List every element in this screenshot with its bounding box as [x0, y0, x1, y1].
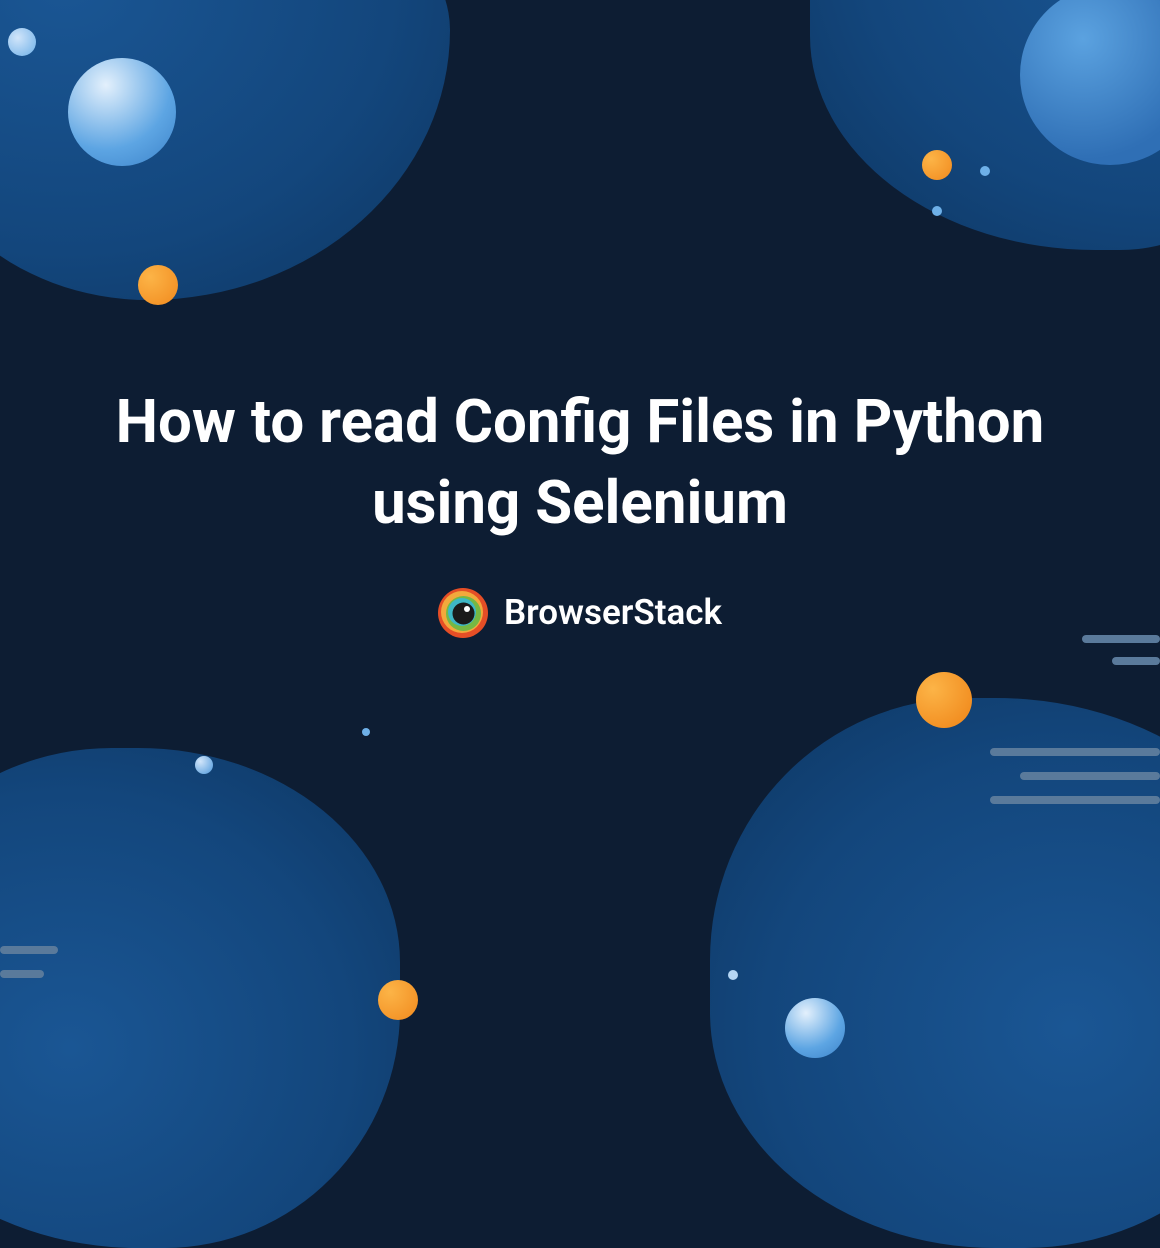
brand-logo: BrowserStack [438, 588, 722, 638]
page-title: How to read Config Files in Python using… [90, 381, 1070, 543]
browserstack-icon [438, 588, 488, 638]
brand-name: BrowserStack [504, 592, 722, 633]
